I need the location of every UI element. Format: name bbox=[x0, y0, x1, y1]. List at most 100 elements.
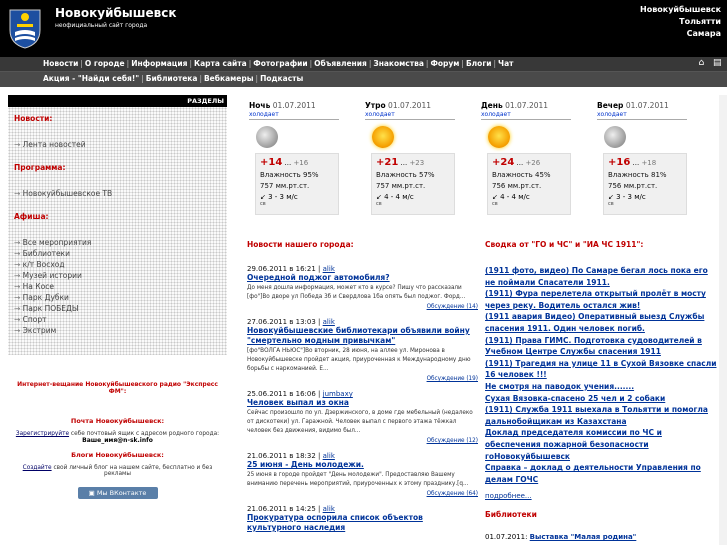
news-author-link[interactable]: jumbaxy bbox=[323, 390, 353, 398]
news-author-link[interactable]: alik bbox=[323, 505, 335, 513]
sidebar-item-park-dubki[interactable]: → Парк Дубки bbox=[14, 292, 221, 303]
news-item: 29.06.2011 в 16:21 | alik Очередной подж… bbox=[247, 265, 478, 310]
news-author-link[interactable]: alik bbox=[323, 265, 335, 273]
nav-webcams[interactable]: Вебкамеры bbox=[204, 74, 254, 83]
news-comments-link[interactable]: Обсуждение (12) bbox=[427, 438, 478, 444]
news-author-link[interactable]: alik bbox=[323, 452, 335, 460]
weather-period-name: Утро bbox=[365, 101, 386, 110]
news-item: 21.06.2011 в 14:25 | alik Прокуратура ос… bbox=[247, 505, 478, 533]
nav-information[interactable]: Информация bbox=[131, 59, 187, 68]
emergency-report-link[interactable]: (1911) Трагедия на улице 11 в Сухой Вязо… bbox=[485, 358, 717, 381]
emergency-report-link[interactable]: Сухая Вязовка-спасено 25 чел и 2 собаки bbox=[485, 393, 717, 405]
library-event-link[interactable]: Выставка "Малая родина" bbox=[530, 533, 637, 541]
news-date: 21.06.2011 в 14:25 bbox=[247, 505, 316, 513]
site-title[interactable]: Новокуйбышевск bbox=[55, 6, 176, 20]
sidebar-item-news-feed[interactable]: → Лента новостей bbox=[14, 139, 221, 150]
sun-icon bbox=[488, 126, 510, 148]
nav-sitemap[interactable]: Карта сайта bbox=[194, 59, 247, 68]
nav-chat[interactable]: Чат bbox=[498, 59, 513, 68]
weather-pressure: 756 мм.рт.ст. bbox=[492, 182, 542, 190]
weather-period: Вечер 01.07.2011 bbox=[597, 101, 702, 110]
news-title-link[interactable]: Новокуйбышевские библиотекари объявили в… bbox=[247, 326, 478, 346]
news-title-link[interactable]: Очередной поджог автомобиля? bbox=[247, 273, 478, 283]
nav-about-city[interactable]: О городе bbox=[85, 59, 125, 68]
nav-forum[interactable]: Форум bbox=[430, 59, 459, 68]
city-link-novokuybyshevsk[interactable]: Новокуйбышевск bbox=[640, 4, 721, 16]
nav-blogs[interactable]: Блоги bbox=[466, 59, 492, 68]
nav-dating[interactable]: Знакомства bbox=[373, 59, 424, 68]
emergency-report-link[interactable]: Справка – доклад о деятельности Управлен… bbox=[485, 462, 717, 485]
weather-card: +14 ... +16 Влажность 95% 757 мм.рт.ст. … bbox=[255, 153, 339, 215]
vkontakte-button[interactable]: ▣ Мы ВКонтакте bbox=[77, 487, 158, 499]
sidebar-item-cinema-voskhod[interactable]: → к/т Восход bbox=[14, 259, 221, 270]
create-blog-link[interactable]: Создайте bbox=[23, 465, 52, 471]
sidebar-item-all-events[interactable]: → Все мероприятия bbox=[14, 237, 221, 248]
news-date: 27.06.2011 в 13:03 bbox=[247, 318, 316, 326]
weather-temperature: +16 ... +18 bbox=[608, 157, 657, 168]
print-icon[interactable]: ▤ bbox=[713, 58, 723, 69]
weather-date: 01.07.2011 bbox=[625, 101, 669, 110]
nav-library[interactable]: Библиотека bbox=[146, 74, 198, 83]
wind-speed: 4 - 4 м/с bbox=[384, 193, 414, 201]
home-icon[interactable]: ⌂ bbox=[698, 58, 708, 69]
city-news-heading: Новости нашего города: bbox=[247, 240, 354, 249]
news-comments-link[interactable]: Обсуждение (19) bbox=[427, 376, 478, 382]
sidebar-item-extreme[interactable]: → Экстрим bbox=[14, 325, 221, 336]
news-comments-link[interactable]: Обсуждение (64) bbox=[427, 491, 478, 497]
city-link-tolyatti[interactable]: Тольятти bbox=[640, 16, 721, 28]
emergency-report-link[interactable]: (1911 фото, видео) По Самаре бегал лось … bbox=[485, 265, 717, 288]
weather-morning: Утро 01.07.2011 холодает +21 ... +23 Вла… bbox=[365, 101, 470, 215]
weather-period-name: Ночь bbox=[249, 101, 271, 110]
city-link-samara[interactable]: Самара bbox=[640, 28, 721, 40]
sidebar-item-libraries[interactable]: → Библиотеки bbox=[14, 248, 221, 259]
temperature-alt: +18 bbox=[641, 159, 657, 167]
wind-direction: св bbox=[492, 201, 498, 207]
news-date: 21.06.2011 в 18:32 bbox=[247, 452, 316, 460]
temperature-main: +24 bbox=[492, 157, 515, 168]
register-mail-link[interactable]: Зарегистрируйте bbox=[16, 431, 69, 437]
news-title-link[interactable]: Человек выпал из окна bbox=[247, 398, 478, 408]
nav-ads[interactable]: Объявления bbox=[314, 59, 367, 68]
radio-stream-title[interactable]: Интернет-вещание Новокуйбышевского радио… bbox=[8, 381, 227, 395]
city-coat-of-arms-logo[interactable] bbox=[5, 6, 45, 50]
nav-podcasts[interactable]: Подкасты bbox=[260, 74, 303, 83]
weather-temperature: +21 ... +23 bbox=[376, 157, 425, 168]
weather-date: 01.07.2011 bbox=[505, 101, 549, 110]
sidebar-item-sport[interactable]: → Спорт bbox=[14, 314, 221, 325]
wind-direction: св bbox=[376, 201, 382, 207]
news-title-link[interactable]: Прокуратура оспорила список объектов кул… bbox=[247, 513, 478, 533]
blogs-promo-title: Блоги Новокуйбышевск: bbox=[71, 451, 164, 459]
emergency-report-link[interactable]: Не смотря на паводок учения....... bbox=[485, 381, 717, 393]
sidebar-item-label: Парк Дубки bbox=[22, 293, 69, 302]
weather-humidity: Влажность 95% bbox=[260, 171, 319, 179]
wind-speed: 3 - 3 м/с bbox=[268, 193, 298, 201]
nav-photos[interactable]: Фотографии bbox=[253, 59, 307, 68]
sidebar-item-history-museum[interactable]: → Музей истории bbox=[14, 270, 221, 281]
weather-date: 01.07.2011 bbox=[388, 101, 431, 110]
news-title-link[interactable]: 25 июня - День молодежи. bbox=[247, 460, 478, 470]
nav-action-find-yourself[interactable]: Акция - "Найди себя!" bbox=[43, 74, 139, 83]
news-comments-link[interactable]: Обсуждение (14) bbox=[427, 304, 478, 310]
arrow-right-icon: → bbox=[14, 189, 23, 198]
sidebar-item-label: Все мероприятия bbox=[22, 238, 92, 247]
more-link[interactable]: подробнее... bbox=[485, 492, 717, 500]
sidebar-item-tv[interactable]: → Новокуйбышевское ТВ bbox=[14, 188, 221, 199]
emergency-report-link[interactable]: (1911 авария Видео) Оперативный выезд Сл… bbox=[485, 311, 717, 334]
news-meta: 25.06.2011 в 16:06 | jumbaxy bbox=[247, 390, 353, 398]
news-author-link[interactable]: alik bbox=[323, 318, 335, 326]
emergency-report-link[interactable]: (1911) Служба 1911 выехала в Тольятти и … bbox=[485, 404, 717, 427]
sidebar-item-label: Новокуйбышевское ТВ bbox=[22, 189, 113, 198]
library-event-date: 01.07.2011: bbox=[485, 533, 528, 542]
wind-direction: св bbox=[608, 201, 614, 207]
city-links: Новокуйбышевск Тольятти Самара bbox=[640, 4, 721, 40]
sidebar-item-park-pobedy[interactable]: → Парк ПОБЕДЫ bbox=[14, 303, 221, 314]
weather-trend: холодает bbox=[365, 111, 455, 120]
wind-direction: св bbox=[260, 201, 266, 207]
emergency-report-link[interactable]: Доклад председателя комиссии по ЧС и обе… bbox=[485, 427, 717, 462]
nav-news[interactable]: Новости bbox=[43, 59, 78, 68]
sidebar-item-na-kose[interactable]: → На Косе bbox=[14, 281, 221, 292]
emergency-report-link[interactable]: (1911) Права ГИМС. Подготовка судоводите… bbox=[485, 335, 717, 358]
emergency-report-link[interactable]: (1911) Фура перелетела открытый пролёт в… bbox=[485, 288, 717, 311]
